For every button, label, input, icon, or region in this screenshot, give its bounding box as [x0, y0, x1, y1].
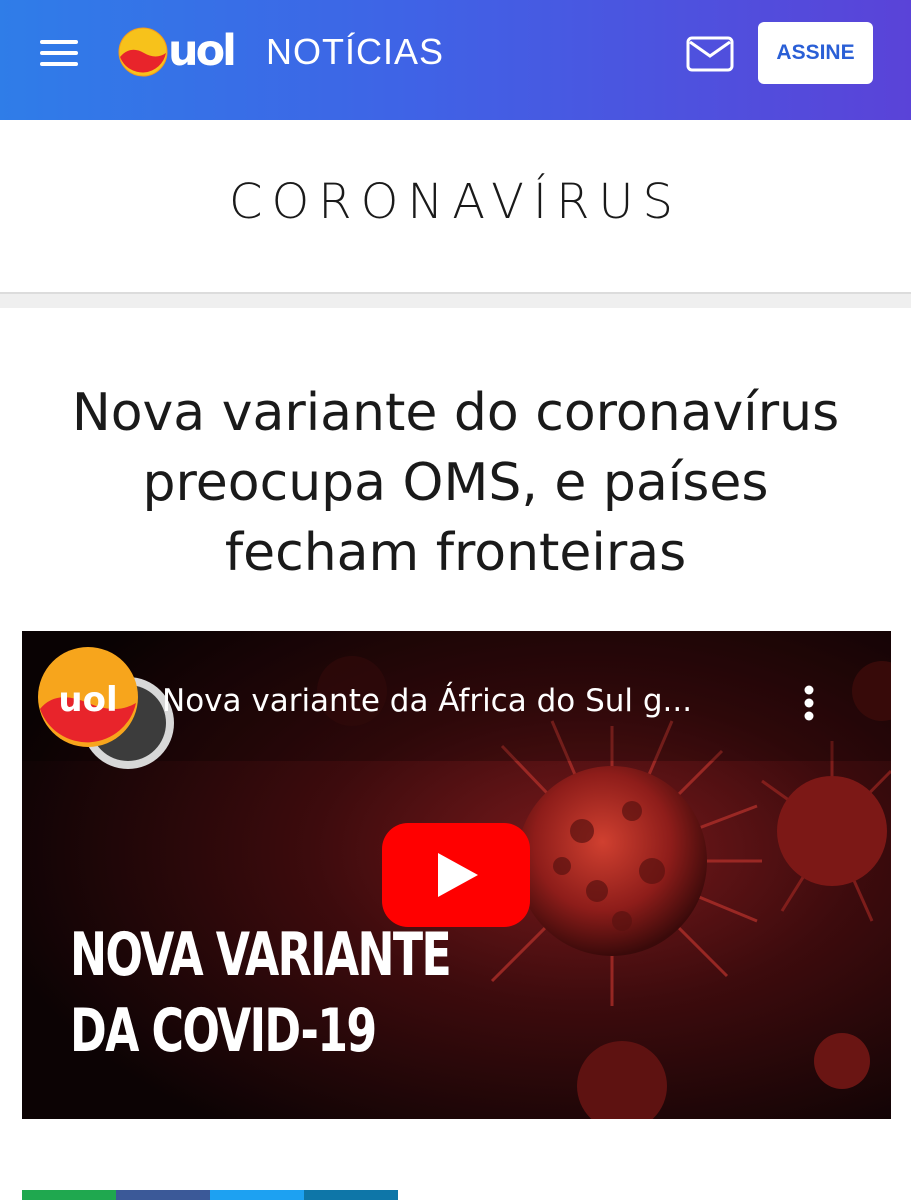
caption-line-1: NOVA VARIANTE — [70, 920, 452, 990]
uol-logo-text: uol — [168, 26, 237, 76]
channel-avatar-logo[interactable]: uol — [36, 645, 176, 775]
video-thumbnail-caption: NOVA VARIANTE DA COVID-19 — [70, 917, 452, 1069]
channel-logo-text: uol — [58, 680, 117, 720]
share-linkedin-button[interactable] — [304, 1190, 398, 1200]
section-label-noticias[interactable]: NOTÍCIAS — [266, 34, 444, 70]
hamburger-menu-icon[interactable] — [36, 36, 82, 70]
section-header: CORONAVÍRUS — [0, 120, 911, 294]
youtube-play-icon[interactable] — [380, 821, 532, 929]
section-divider — [0, 294, 911, 308]
uol-logo[interactable]: uol NOTÍCIAS — [118, 24, 458, 80]
subscribe-button[interactable]: ASSINE — [758, 22, 873, 84]
share-bar — [22, 1190, 398, 1200]
caption-line-2: DA COVID-19 — [70, 996, 377, 1066]
article-headline: Nova variante do coronavírus preocupa OM… — [71, 383, 840, 583]
video-player[interactable]: uol Nova variante da África do Sul g... … — [22, 631, 891, 1119]
vertical-dots-icon[interactable] — [794, 681, 824, 725]
uol-ball-logo-icon — [118, 27, 168, 77]
share-whatsapp-button[interactable] — [22, 1190, 116, 1200]
section-title: CORONAVÍRUS — [228, 174, 683, 230]
video-title[interactable]: Nova variante da África do Sul g... — [162, 681, 802, 721]
envelope-icon[interactable] — [684, 34, 736, 74]
top-navigation-bar: uol NOTÍCIAS ASSINE — [0, 0, 911, 120]
share-facebook-button[interactable] — [116, 1190, 210, 1200]
share-twitter-button[interactable] — [210, 1190, 304, 1200]
